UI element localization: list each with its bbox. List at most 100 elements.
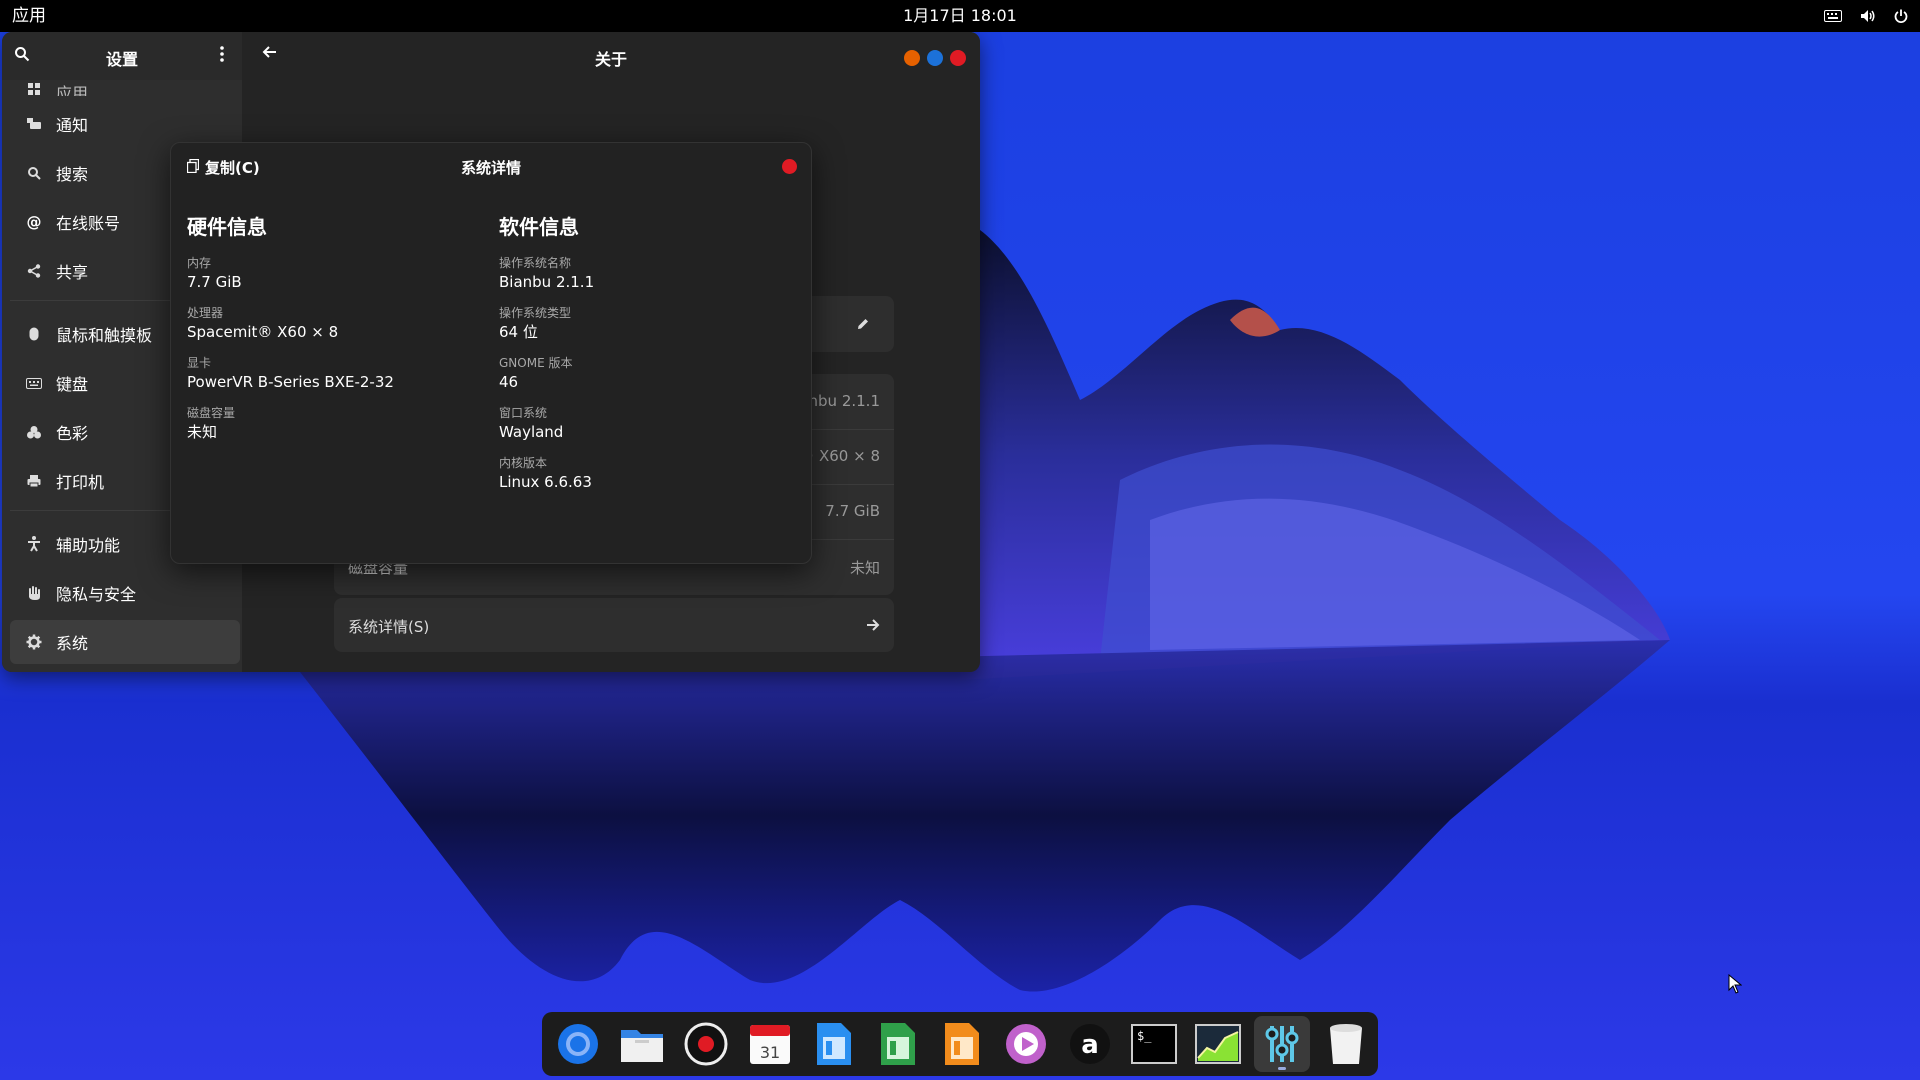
content-header: 关于: [242, 32, 980, 80]
settings-icon: [1265, 1026, 1299, 1062]
field-value: 未知: [187, 423, 218, 441]
field-value: PowerVR B-Series BXE-2-32: [187, 373, 394, 391]
sidebar-item-privacy[interactable]: 隐私与安全: [10, 571, 240, 615]
page-title: 关于: [594, 50, 627, 69]
calendar-icon: 31: [750, 1025, 790, 1064]
about-row-value: 未知: [849, 559, 880, 577]
dock-system-monitor[interactable]: [1190, 1016, 1246, 1072]
impress-icon: [945, 1023, 979, 1065]
sidebar-item-apps[interactable]: 应用: [10, 76, 240, 96]
calendar-day: 31: [760, 1043, 780, 1062]
field-key: 磁盘容量: [187, 406, 236, 420]
keyboard-icon: [22, 377, 46, 389]
field-key: 内存: [187, 256, 212, 270]
hardware-section: 硬件信息 内存 7.7 GiB 处理器 Spacemit® X60 × 8 显卡…: [187, 211, 477, 456]
system-details-row[interactable]: 系统详情(S): [334, 598, 894, 652]
printer-icon: [22, 474, 46, 488]
field-key: 显卡: [187, 356, 212, 370]
at-icon: @: [26, 213, 42, 231]
about-row-value: 7.7 GiB: [825, 502, 880, 520]
field-memory: 内存 7.7 GiB: [187, 256, 477, 292]
sidebar-item-system[interactable]: 系统: [10, 620, 240, 664]
system-details-label: 系统详情(S): [348, 618, 430, 636]
power-icon[interactable]: [1894, 0, 1908, 32]
dock-trash[interactable]: [1318, 1016, 1374, 1072]
activities-button[interactable]: 应用: [12, 0, 46, 32]
apps-icon: [22, 82, 46, 96]
share-icon: [22, 264, 46, 278]
pencil-icon[interactable]: [856, 316, 870, 335]
field-value: Wayland: [499, 423, 564, 441]
notifications-icon: [22, 118, 46, 130]
maximize-button[interactable]: [927, 50, 943, 66]
files-icon: [621, 1030, 663, 1062]
terminal-icon: $_: [1131, 1024, 1177, 1064]
dock-files[interactable]: [614, 1016, 670, 1072]
field-value: Bianbu 2.1.1: [499, 273, 595, 291]
system-details-dialog: 复制(C) 系统详情 硬件信息 内存 7.7 GiB 处理器 Spacemit®…: [170, 142, 812, 564]
field-key: 操作系统名称: [499, 256, 572, 270]
field-disk: 磁盘容量 未知: [187, 406, 477, 442]
svg-text:a: a: [1081, 1030, 1099, 1060]
kebab-menu-icon[interactable]: [220, 45, 224, 67]
field-windowing-system: 窗口系统 Wayland: [499, 406, 789, 442]
system-monitor-icon: [1195, 1024, 1241, 1064]
field-key: 内核版本: [499, 456, 548, 470]
dock: 31 a $_: [542, 1012, 1378, 1076]
field-key: 窗口系统: [499, 406, 548, 420]
field-gnome-version: GNOME 版本 46: [499, 356, 789, 392]
clock[interactable]: 1月17日 18:01: [903, 6, 1017, 25]
sidebar-header: 设置: [2, 32, 242, 80]
dock-terminal[interactable]: $_: [1126, 1016, 1182, 1072]
dock-calendar[interactable]: 31: [742, 1016, 798, 1072]
sidebar-item-label: 搜索: [56, 165, 89, 184]
dock-settings[interactable]: [1254, 1016, 1310, 1072]
field-value: Spacemit® X60 × 8: [187, 323, 339, 341]
color-icon: [22, 425, 46, 439]
dialog-close-button[interactable]: [782, 159, 797, 174]
dock-recorder[interactable]: [678, 1016, 734, 1072]
sidebar-item-label: 隐私与安全: [56, 585, 137, 604]
sidebar-title: 设置: [105, 50, 138, 69]
hand-icon: [22, 585, 46, 601]
dock-impress[interactable]: [934, 1016, 990, 1072]
mouse-pointer-icon: [1728, 974, 1742, 994]
dock-calc[interactable]: [870, 1016, 926, 1072]
sidebar-item-label: 键盘: [56, 375, 89, 394]
sidebar-item-notifications[interactable]: 通知: [10, 102, 240, 146]
field-key: 操作系统类型: [499, 306, 572, 320]
mouse-icon: [22, 327, 46, 341]
dialog-title: 系统详情: [460, 159, 521, 177]
dock-chromium[interactable]: [550, 1016, 606, 1072]
field-kernel-version: 内核版本 Linux 6.6.63: [499, 456, 789, 492]
sidebar-item-label: 色彩: [56, 424, 89, 443]
field-graphics: 显卡 PowerVR B-Series BXE-2-32: [187, 356, 477, 392]
media-player-icon: [1006, 1024, 1046, 1064]
close-button[interactable]: [950, 50, 966, 66]
minimize-button[interactable]: [904, 50, 920, 66]
keyboard-icon[interactable]: [1824, 0, 1842, 32]
hardware-heading: 硬件信息: [187, 215, 267, 239]
appstore-icon: a: [1070, 1024, 1110, 1064]
field-key: 处理器: [187, 306, 224, 320]
system-tray[interactable]: [1824, 0, 1908, 32]
sidebar-item-label: 辅助功能: [56, 536, 121, 555]
dock-writer[interactable]: [806, 1016, 862, 1072]
arrow-right-icon: [866, 617, 880, 636]
field-value: 64 位: [499, 323, 538, 341]
field-value: Linux 6.6.63: [499, 473, 592, 491]
software-heading: 软件信息: [499, 215, 579, 239]
top-bar: 应用 1月17日 18:01: [0, 0, 1920, 32]
sidebar-item-label: 共享: [56, 263, 89, 282]
sidebar-item-label: 系统: [56, 634, 89, 653]
field-os-type: 操作系统类型 64 位: [499, 306, 789, 342]
dock-appstore[interactable]: a: [1062, 1016, 1118, 1072]
writer-icon: [817, 1023, 851, 1065]
field-key: GNOME 版本: [499, 356, 573, 370]
dock-media-player[interactable]: [998, 1016, 1054, 1072]
sidebar-item-label: 在线账号: [56, 214, 121, 233]
volume-icon[interactable]: [1860, 0, 1876, 32]
recorder-icon: [684, 1022, 728, 1066]
sidebar-item-label: 通知: [56, 116, 89, 135]
sidebar-item-label: 应用: [56, 84, 89, 96]
